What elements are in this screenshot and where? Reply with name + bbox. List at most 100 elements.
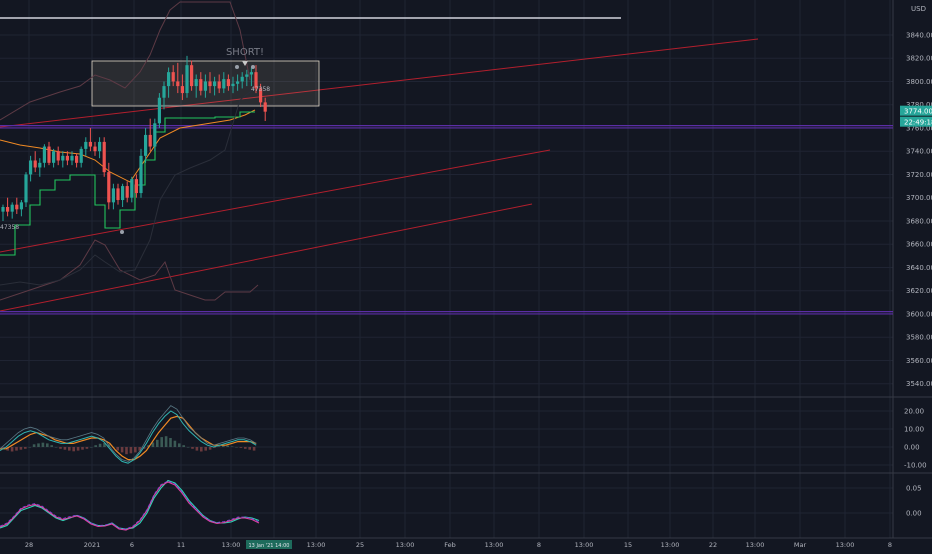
marker-dot — [120, 230, 124, 234]
macd-histogram-bar — [248, 447, 251, 450]
candle-body — [231, 83, 235, 87]
time-tick-label: 13:00 — [396, 541, 415, 549]
time-tick-label: Mar — [794, 541, 807, 549]
candle-body — [29, 160, 33, 175]
osc-tick-label: 0.00 — [906, 510, 922, 518]
time-tick-label: 28 — [25, 541, 33, 549]
macd-histogram-bar — [204, 447, 207, 451]
candle-body — [116, 188, 120, 201]
candle-body — [107, 172, 111, 203]
candle-body — [6, 207, 10, 212]
macd-histogram-bar — [15, 447, 18, 451]
candle-body — [226, 79, 230, 87]
time-tick-label: 8 — [888, 541, 892, 549]
candle-body — [208, 81, 212, 87]
macd-histogram-bar — [72, 447, 75, 452]
macd-histogram-bar — [156, 439, 159, 447]
time-tick-label: 13:00 — [307, 541, 326, 549]
marker-dot — [235, 65, 239, 69]
price-tick-label: 3740.00 — [906, 148, 932, 156]
candle-body — [98, 141, 102, 152]
time-tick-label: 13:00 — [836, 541, 855, 549]
time-tick-label: 11 — [177, 541, 185, 549]
candle-body — [24, 174, 28, 203]
price-tick-label: 3820.00 — [906, 55, 932, 63]
macd-histogram-bar — [125, 447, 128, 455]
macd-histogram-bar — [160, 437, 163, 447]
macd-tick-label: 10.00 — [904, 426, 924, 434]
candle-body — [157, 97, 161, 124]
crosshair-time-label: 13 Jan '21 14:00 — [249, 543, 290, 549]
candle-body — [102, 141, 106, 173]
trading-chart[interactable]: SHORT! 47358 47358 USD 3540.00 3560.00 3580.0… — [0, 0, 932, 550]
candle-body — [33, 160, 37, 168]
time-tick-label: Feb — [444, 541, 456, 549]
time-tick-label: 6 — [130, 541, 134, 549]
price-tick-label: 3800.00 — [906, 78, 932, 86]
candle-body — [38, 162, 42, 168]
macd-histogram-bar — [94, 445, 97, 447]
price-tick-label: 3640.00 — [906, 264, 932, 272]
candle-body — [236, 81, 240, 84]
last-price-label: 3774.00 — [904, 108, 932, 116]
time-tick-label: 22 — [709, 541, 717, 549]
price-tick-label: 3580.00 — [906, 334, 932, 342]
candle-body — [171, 72, 175, 82]
price-tick-label: 3560.00 — [906, 357, 932, 365]
candle-body — [125, 186, 129, 198]
macd-histogram-bar — [120, 447, 124, 453]
candle-body — [153, 123, 157, 147]
candle-body — [249, 72, 253, 75]
candle-body — [245, 74, 249, 77]
time-tick-label: 13:00 — [485, 541, 504, 549]
price-tick-label: 3680.00 — [906, 217, 932, 225]
candle-body — [70, 155, 74, 161]
candle-body — [180, 86, 184, 94]
candle-body — [240, 76, 244, 82]
macd-histogram-bar — [217, 446, 221, 447]
candle-body — [111, 188, 115, 203]
macd-histogram-bar — [208, 447, 212, 450]
macd-histogram-bar — [134, 447, 137, 453]
macd-histogram-bar — [239, 447, 243, 448]
countdown-label: 22:49:18 — [904, 119, 932, 127]
candle-body — [203, 81, 207, 91]
chart-canvas[interactable]: SHORT! 47358 47358 USD 3540.00 3560.00 3580.0… — [0, 0, 932, 550]
candle-body — [42, 146, 46, 163]
macd-tick-label: 0.00 — [904, 444, 920, 452]
macd-histogram-bar — [186, 447, 190, 448]
macd-histogram-bar — [191, 447, 194, 449]
small-label-left: 47358 — [0, 224, 19, 231]
candle-body — [167, 72, 171, 87]
price-tick-label: 3660.00 — [906, 241, 932, 249]
macd-histogram-bar — [54, 447, 58, 448]
macd-histogram-bar — [178, 443, 181, 447]
macd-histogram-bar — [244, 447, 247, 449]
macd-histogram-bar — [200, 447, 203, 452]
candle-body — [176, 81, 180, 87]
candle-body — [213, 81, 217, 87]
short-label: SHORT! — [226, 47, 264, 58]
macd-histogram-bar — [230, 446, 234, 447]
price-tick-label: 3720.00 — [906, 171, 932, 179]
macd-histogram-bar — [98, 443, 102, 447]
price-tick-label: 3840.00 — [906, 31, 932, 39]
macd-histogram-bar — [129, 447, 133, 454]
macd-histogram-bar — [164, 436, 168, 447]
macd-histogram-bar — [235, 447, 238, 448]
macd-histogram-bar — [81, 447, 84, 450]
macd-histogram-bar — [169, 438, 172, 447]
macd-histogram-bar — [41, 442, 45, 447]
candle-body — [10, 204, 14, 212]
time-tick-label: 2021 — [84, 541, 101, 549]
candle-body — [217, 81, 221, 89]
marker-dot — [251, 65, 255, 69]
candle-body — [144, 134, 148, 156]
macd-histogram-bar — [37, 443, 40, 447]
macd-histogram-bar — [10, 447, 14, 452]
candle-body — [65, 155, 69, 161]
candle-body — [15, 204, 19, 210]
price-tick-label: 3600.00 — [906, 310, 932, 318]
time-tick-label: 13:00 — [575, 541, 594, 549]
candle-body — [93, 146, 97, 152]
